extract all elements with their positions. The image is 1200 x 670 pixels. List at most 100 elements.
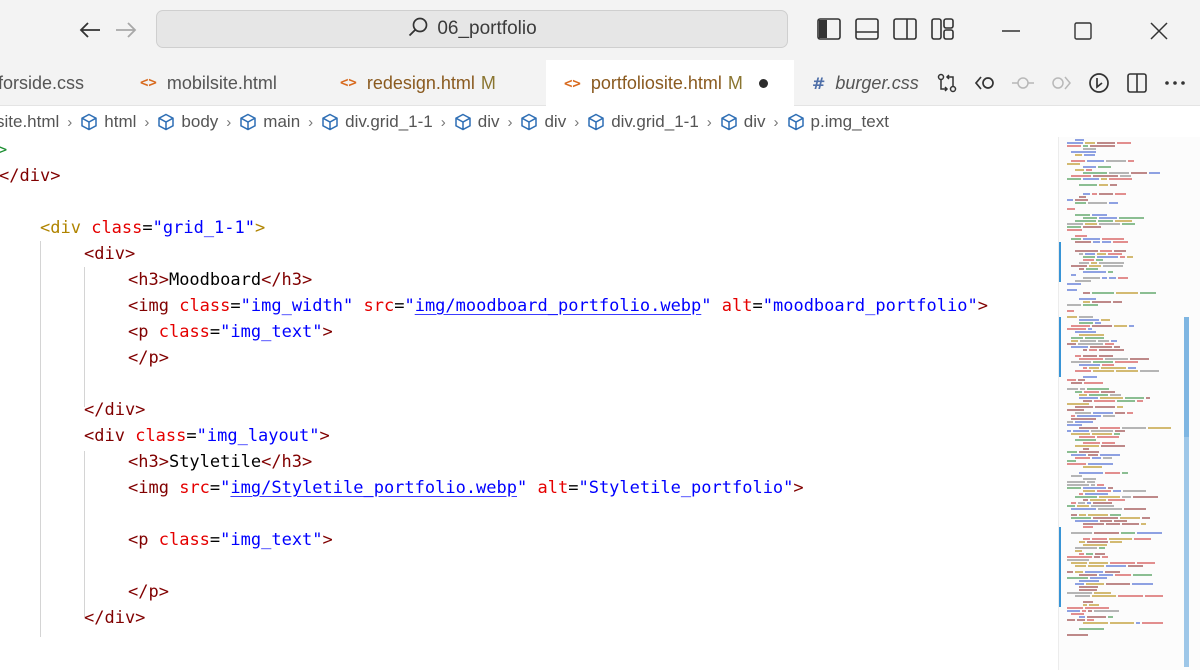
minimap-code-line xyxy=(1095,406,1115,408)
minimap-code-line xyxy=(1119,217,1144,219)
minimap-code-line xyxy=(1088,454,1098,456)
tab-forside-css[interactable]: forside.css xyxy=(0,60,124,106)
minimap-code-line xyxy=(1075,583,1084,585)
breadcrumb: site.html › html › body › main › div.gri… xyxy=(0,107,1200,137)
breadcrumb-item-body[interactable]: body xyxy=(157,112,218,132)
minimap-code-line xyxy=(1083,256,1095,258)
minimap-code-line xyxy=(1106,583,1130,585)
minimap-code-line xyxy=(1115,412,1125,414)
minimap-code-line xyxy=(1079,394,1087,396)
breadcrumb-item-main[interactable]: main xyxy=(239,112,300,132)
breadcrumb-item-html[interactable]: html xyxy=(80,112,136,132)
minimap-code-line xyxy=(1145,595,1163,597)
unsaved-dot-icon[interactable] xyxy=(758,79,768,88)
compare-changes-icon[interactable] xyxy=(934,70,960,96)
breadcrumb-item-div[interactable]: div xyxy=(520,112,566,132)
tab-redesign-html[interactable]: <> redesign.html M xyxy=(340,60,536,106)
maximize-icon[interactable] xyxy=(1066,14,1100,48)
minimap-code-line xyxy=(1067,229,1082,231)
timeline-icon[interactable] xyxy=(1086,70,1112,96)
toggle-panel-icon[interactable] xyxy=(854,16,880,42)
minimap[interactable] xyxy=(1058,137,1200,670)
minimap-code-line xyxy=(1096,259,1103,261)
search-icon xyxy=(407,16,429,43)
minimap-code-line xyxy=(1090,499,1106,501)
more-actions-icon[interactable] xyxy=(1162,70,1188,96)
image-path-link[interactable]: img/moodboard_portfolio.webp xyxy=(415,296,702,316)
minimap-code-line xyxy=(1085,607,1109,609)
minimap-code-line xyxy=(1067,388,1078,390)
code-line: <div class="img_layout"> xyxy=(84,426,330,446)
breadcrumb-item-div-grid[interactable]: div.grid_1-1 xyxy=(587,112,699,132)
minimap-code-line xyxy=(1117,142,1131,144)
toggle-secondary-sidebar-icon[interactable] xyxy=(892,16,918,42)
code-line: <img class="img_width" src="img/moodboar… xyxy=(128,296,988,316)
code-editor[interactable]: > </div> <div class="grid_1-1"> <div> <h… xyxy=(0,137,1058,670)
breadcrumb-item-div-grid[interactable]: div.grid_1-1 xyxy=(321,112,433,132)
minimap-code-line xyxy=(1083,301,1090,303)
forward-arrow-icon[interactable] xyxy=(112,14,140,46)
minimap-code-line xyxy=(1093,502,1112,504)
minimap-code-line xyxy=(1077,619,1085,621)
minimap-code-line xyxy=(1079,616,1085,618)
symbol-element-icon xyxy=(158,113,175,131)
back-arrow-icon[interactable] xyxy=(76,14,104,46)
minimap-code-line xyxy=(1071,160,1085,162)
minimize-icon[interactable] xyxy=(994,14,1028,48)
minimap-code-line xyxy=(1079,586,1098,588)
minimap-code-line xyxy=(1083,271,1106,273)
minimap-code-line xyxy=(1083,349,1087,351)
minimap-code-line xyxy=(1089,367,1099,369)
code-line: <p class="img_text"> xyxy=(128,322,333,342)
minimap-code-line xyxy=(1075,412,1091,414)
breadcrumb-item-div[interactable]: div xyxy=(720,112,766,132)
next-change-icon[interactable] xyxy=(1048,70,1074,96)
minimap-code-line xyxy=(1086,268,1098,270)
code-line: </p> xyxy=(128,582,169,602)
minimap-gutter-mark xyxy=(1059,527,1061,607)
minimap-code-line xyxy=(1099,547,1105,549)
minimap-code-line xyxy=(1083,490,1095,492)
toggle-primary-sidebar-icon[interactable] xyxy=(816,16,842,42)
customize-layout-icon[interactable] xyxy=(930,16,956,42)
command-center-search[interactable]: 06_portfolio xyxy=(156,10,788,48)
minimap-code-line xyxy=(1099,223,1120,225)
minimap-code-line xyxy=(1079,493,1083,495)
minimap-code-line xyxy=(1084,154,1095,156)
minimap-code-line xyxy=(1109,202,1118,204)
minimap-code-line xyxy=(1101,391,1115,393)
minimap-code-line xyxy=(1094,532,1119,534)
minimap-code-line xyxy=(1115,430,1125,432)
tab-burger-css[interactable]: # burger.css xyxy=(812,60,924,106)
breadcrumb-item-file[interactable]: site.html xyxy=(0,112,59,132)
previous-change-icon[interactable] xyxy=(1010,70,1036,96)
close-icon[interactable] xyxy=(1142,14,1176,48)
minimap-code-line xyxy=(1128,367,1136,369)
breadcrumb-item-p-img-text[interactable]: p.img_text xyxy=(787,112,889,132)
tab-portfoliosite-html[interactable]: <> portfoliosite.html M xyxy=(546,60,794,107)
minimap-code-line xyxy=(1113,301,1122,303)
open-changes-icon[interactable] xyxy=(972,70,998,96)
minimap-code-line xyxy=(1075,331,1096,333)
minimap-code-line xyxy=(1067,199,1073,201)
minimap-code-line xyxy=(1083,544,1107,546)
minimap-code-line xyxy=(1083,442,1100,444)
minimap-code-line xyxy=(1085,223,1097,225)
minimap-code-line xyxy=(1079,319,1099,321)
tab-modified-badge: M xyxy=(727,73,743,93)
minimap-code-line xyxy=(1067,304,1081,306)
breadcrumb-item-div[interactable]: div xyxy=(454,112,499,132)
minimap-code-line xyxy=(1113,241,1128,243)
minimap-code-line xyxy=(1115,574,1131,576)
minimap-code-line xyxy=(1079,316,1093,318)
minimap-code-line xyxy=(1140,370,1159,372)
split-editor-icon[interactable] xyxy=(1124,70,1150,96)
minimap-code-line xyxy=(1079,184,1097,186)
image-path-link[interactable]: img/Styletile_portfolio.webp xyxy=(230,478,517,498)
minimap-code-line xyxy=(1083,478,1096,480)
minimap-code-line xyxy=(1092,301,1111,303)
minimap-code-line xyxy=(1071,475,1082,477)
minimap-code-line xyxy=(1099,574,1113,576)
minimap-code-line xyxy=(1115,220,1132,222)
tab-mobilsite-html[interactable]: <> mobilsite.html xyxy=(140,60,316,106)
